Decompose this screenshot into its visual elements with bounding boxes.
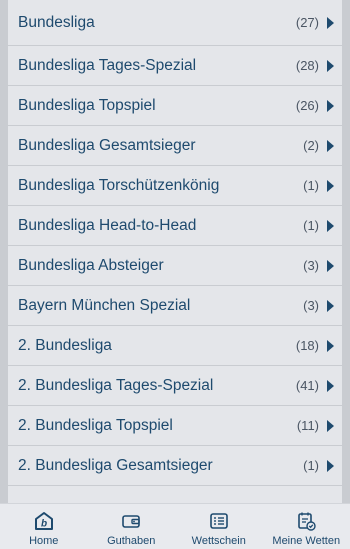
list-item-label: 2. Bundesliga Topspiel <box>18 416 173 434</box>
list-item-count: (11) <box>296 418 319 433</box>
my-bets-icon <box>298 512 316 531</box>
list-item[interactable]: 2. Bundesliga Gesamtsieger (1) <box>8 446 342 486</box>
chevron-right-icon <box>327 459 334 472</box>
betslip-icon <box>209 513 228 529</box>
list-item-label: Bundesliga Head-to-Head <box>18 216 197 234</box>
chevron-right-icon <box>327 259 334 272</box>
tab-home-label: Home <box>29 535 59 547</box>
list-item-count: (26) <box>295 98 319 113</box>
list-item-label: 2. Bundesliga <box>18 336 112 354</box>
list-item[interactable]: Bundesliga Gesamtsieger (2) <box>8 126 342 166</box>
list-item-count: (1) <box>303 178 319 193</box>
list-item-partial[interactable] <box>8 486 342 503</box>
chevron-right-icon <box>327 379 334 392</box>
chevron-right-icon <box>327 59 334 72</box>
list-item-label: Bayern München Spezial <box>18 296 191 314</box>
svg-text:b: b <box>41 519 47 530</box>
wallet-icon <box>122 515 141 528</box>
chevron-right-icon <box>327 139 334 152</box>
list-item-count: (1) <box>303 218 319 233</box>
list-item-label: Bundesliga <box>18 13 95 31</box>
list-item-count: (28) <box>295 58 319 73</box>
list-item-label: 2. Bundesliga Tages-Spezial <box>18 376 214 394</box>
list-item[interactable]: 2. Bundesliga Topspiel (11) <box>8 406 342 446</box>
list-item-label: Bundesliga Torschützenkönig <box>18 176 220 194</box>
app-screen: Bundesliga (27) Bundesliga Tages-Spezial… <box>0 0 350 549</box>
list-item-label: Bundesliga Tages-Spezial <box>18 56 197 74</box>
list-item-count: (27) <box>295 15 319 30</box>
tab-guthaben[interactable]: Guthaben <box>88 504 176 549</box>
list-item[interactable]: Bayern München Spezial (3) <box>8 286 342 326</box>
chevron-right-icon <box>327 16 334 29</box>
list-item-label: 2. Bundesliga Gesamtsieger <box>18 456 213 474</box>
list-item-label: Bundesliga Topspiel <box>18 96 156 114</box>
list-item-count: (1) <box>303 458 319 473</box>
list-item-count: (3) <box>303 258 319 273</box>
list-item-count: (3) <box>303 298 319 313</box>
list-item-count: (2) <box>303 138 319 153</box>
competition-list: Bundesliga (27) Bundesliga Tages-Spezial… <box>8 0 342 503</box>
list-item-count: (18) <box>295 338 319 353</box>
tab-home[interactable]: b Home <box>0 504 88 549</box>
list-item[interactable]: Bundesliga (27) <box>8 0 342 46</box>
list-item[interactable]: Bundesliga Torschützenkönig (1) <box>8 166 342 206</box>
chevron-right-icon <box>327 419 334 432</box>
list-item-count: (41) <box>295 378 319 393</box>
chevron-right-icon <box>327 299 334 312</box>
list-item-label: Bundesliga Absteiger <box>18 256 164 274</box>
list-item[interactable]: 2. Bundesliga Tages-Spezial (41) <box>8 366 342 406</box>
list-item[interactable]: Bundesliga Topspiel (26) <box>8 86 342 126</box>
chevron-right-icon <box>327 99 334 112</box>
list-item[interactable]: 2. Bundesliga (18) <box>8 326 342 366</box>
tab-meine-wetten-label: Meine Wetten <box>272 535 341 547</box>
chevron-right-icon <box>327 179 334 192</box>
bottom-navigation: b Home Guthaben Wettschein Meine Wetten <box>0 503 350 549</box>
list-item[interactable]: Bundesliga Head-to-Head (1) <box>8 206 342 246</box>
tab-wettschein-label: Wettschein <box>191 535 246 547</box>
tab-guthaben-label: Guthaben <box>107 535 156 547</box>
home-icon: b <box>34 512 53 530</box>
list-item[interactable]: Bundesliga Absteiger (3) <box>8 246 342 286</box>
tab-meine-wetten[interactable]: Meine Wetten <box>263 504 350 549</box>
tab-wettschein[interactable]: Wettschein <box>175 504 263 549</box>
chevron-right-icon <box>327 339 334 352</box>
list-item-label: Bundesliga Gesamtsieger <box>18 136 196 154</box>
chevron-right-icon <box>327 219 334 232</box>
list-item[interactable]: Bundesliga Tages-Spezial (28) <box>8 46 342 86</box>
